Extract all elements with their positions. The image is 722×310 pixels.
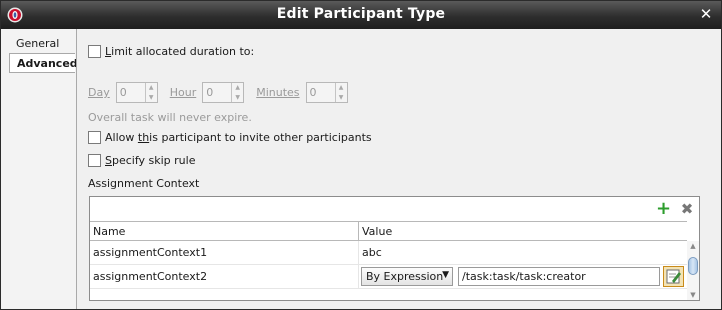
value-mode-selected: By Expression [366, 270, 444, 283]
row-value-cell: By Expression ▼ /task:task/task:creator [359, 265, 687, 288]
spinner-down-icon[interactable]: ▼ [336, 93, 347, 103]
row-name-cell[interactable]: assignmentContext1 [90, 241, 359, 264]
allow-invite-label: Allow this participant to invite other p… [105, 131, 372, 144]
scroll-thumb[interactable] [688, 257, 698, 275]
tab-sidebar: General Advanced: [1, 29, 82, 309]
add-icon[interactable]: + [656, 200, 671, 218]
limit-duration-label: Limit allocated duration to: [105, 45, 255, 58]
tab-general[interactable]: General [9, 34, 75, 54]
day-label: Day [88, 86, 110, 99]
table-header: Name Value [90, 221, 687, 241]
assignment-context-heading: Assignment Context [88, 177, 200, 190]
table-row[interactable]: assignmentContext1 abc [90, 241, 687, 265]
row-value-cell[interactable]: abc [359, 241, 687, 264]
dialog-title: Edit Participant Type [276, 6, 446, 22]
scroll-down-icon[interactable]: ▼ [687, 290, 699, 300]
table-row[interactable]: assignmentContext2 By Expression ▼ /task… [90, 265, 687, 289]
hour-spinner[interactable]: 0 ▲ ▼ [202, 82, 245, 103]
tab-advanced[interactable]: Advanced: [9, 53, 82, 73]
edit-expression-icon[interactable] [663, 266, 684, 287]
skip-rule-row: Specify skip rule [88, 154, 195, 167]
table-toolbar: + ✖ [90, 197, 699, 221]
expression-input[interactable]: /task:task/task:creator [458, 267, 660, 286]
minutes-value: 0 [309, 86, 317, 99]
spinner-up-icon[interactable]: ▲ [232, 83, 243, 93]
skip-rule-label: Specify skip rule [105, 154, 196, 167]
value-mode-dropdown[interactable]: By Expression ▼ [361, 267, 453, 286]
title-bar: Edit Participant Type ✕ [1, 1, 721, 29]
hour-value: 0 [206, 86, 214, 99]
minutes-label: Minutes [256, 86, 300, 99]
spinner-up-icon[interactable]: ▲ [336, 83, 347, 93]
spinner-down-icon[interactable]: ▼ [146, 93, 157, 103]
spinner-up-icon[interactable]: ▲ [146, 83, 157, 93]
advanced-panel: Limit allocated duration to: Day 0 ▲ ▼ Ho… [76, 29, 721, 309]
spinner-down-icon[interactable]: ▼ [232, 93, 243, 103]
column-header-value[interactable]: Value [359, 222, 687, 240]
skip-rule-checkbox[interactable] [88, 154, 101, 167]
chevron-down-icon: ▼ [442, 270, 449, 280]
day-spinner[interactable]: 0 ▲ ▼ [115, 82, 158, 103]
day-value: 0 [119, 86, 127, 99]
scroll-up-icon[interactable]: ▲ [687, 241, 699, 251]
assignment-context-table: + ✖ Name Value assignmentContext1 abc as… [89, 196, 700, 301]
delete-icon[interactable]: ✖ [680, 201, 694, 217]
column-header-name[interactable]: Name [90, 222, 359, 240]
minutes-spinner[interactable]: 0 ▲ ▼ [305, 82, 348, 103]
close-icon[interactable]: ✕ [699, 6, 713, 22]
table-scrollbar[interactable]: ▲ ▼ [687, 241, 699, 300]
duration-spinners-row: Day 0 ▲ ▼ Hour 0 ▲ ▼ Minutes 0 ▲ ▼ [88, 82, 348, 103]
edit-participant-dialog: Edit Participant Type ✕ General Advanced… [0, 0, 722, 310]
allow-invite-row: Allow this participant to invite other p… [88, 131, 372, 144]
row-name-cell[interactable]: assignmentContext2 [90, 265, 359, 288]
limit-duration-row: Limit allocated duration to: [88, 45, 254, 58]
expire-note: Overall task will never expire. [88, 111, 252, 124]
hour-label: Hour [169, 86, 197, 99]
allow-invite-checkbox[interactable] [88, 131, 101, 144]
limit-duration-checkbox[interactable] [88, 45, 101, 58]
